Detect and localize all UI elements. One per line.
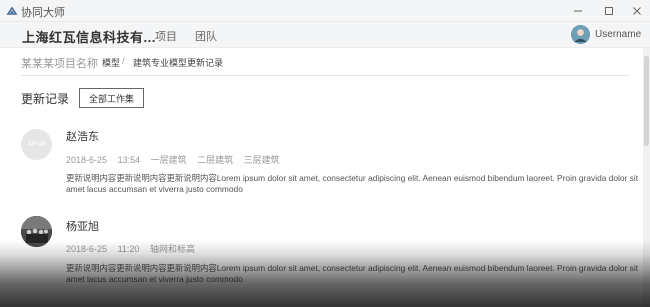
minimize-button[interactable] bbox=[563, 0, 593, 22]
record-tag[interactable]: 一层建筑 bbox=[151, 155, 187, 165]
filter-worksets-button[interactable]: 全部工作集 bbox=[79, 88, 144, 108]
record-date: 2018-6-25 bbox=[66, 244, 108, 254]
record-tag[interactable]: 轴网和标高 bbox=[150, 244, 195, 254]
record-date: 2018-6-25 bbox=[66, 155, 108, 165]
section-title: 更新记录 bbox=[21, 92, 70, 106]
user-avatar[interactable] bbox=[571, 25, 590, 44]
maximize-button[interactable] bbox=[594, 0, 624, 22]
breadcrumb-project[interactable]: 某某某项目名称 bbox=[21, 55, 98, 71]
record-author: 杨亚旭 bbox=[66, 221, 99, 233]
record-tag[interactable]: 三层建筑 bbox=[244, 155, 280, 165]
record-meta: 2018-6-25 11:20 轴网和标高 bbox=[66, 242, 203, 255]
app-header: 上海红瓦信息科技有... 项目 团队 Username bbox=[0, 22, 650, 48]
app-logo-icon bbox=[6, 6, 18, 15]
close-button[interactable] bbox=[622, 0, 650, 22]
record-description: 更新说明内容更新说明内容更新说明内容Lorem ipsum dolor sit … bbox=[66, 173, 639, 194]
close-icon bbox=[633, 7, 641, 15]
scrollbar-thumb[interactable] bbox=[644, 56, 649, 146]
avatar-placeholder: 48*48 bbox=[21, 129, 52, 160]
breadcrumb-separator: / bbox=[122, 56, 125, 66]
record-author: 赵浩东 bbox=[66, 131, 99, 143]
minimize-icon bbox=[574, 10, 582, 12]
avatar bbox=[21, 216, 52, 247]
window-titlebar: 协同大师 bbox=[0, 0, 650, 22]
group-photo-icon bbox=[21, 216, 52, 247]
breadcrumb-current: 建筑专业模型更新记录 bbox=[133, 58, 224, 68]
user-avatar-icon bbox=[571, 25, 590, 44]
nav-item-project[interactable]: 项目 bbox=[155, 28, 177, 44]
company-name[interactable]: 上海红瓦信息科技有... bbox=[22, 27, 156, 46]
username[interactable]: Username bbox=[595, 29, 641, 40]
divider bbox=[21, 75, 629, 76]
record-description: 更新说明内容更新说明内容更新说明内容Lorem ipsum dolor sit … bbox=[66, 263, 639, 284]
record-meta: 2018-6-25 13:54 一层建筑 二层建筑 三层建筑 bbox=[66, 153, 288, 166]
record-time: 13:54 bbox=[117, 155, 141, 165]
record-time: 11:20 bbox=[117, 244, 140, 254]
breadcrumb-model[interactable]: 模型 bbox=[102, 56, 120, 69]
nav-item-team[interactable]: 团队 bbox=[195, 28, 217, 44]
record-tag[interactable]: 二层建筑 bbox=[197, 155, 233, 165]
maximize-icon bbox=[605, 7, 613, 15]
app-name: 协同大师 bbox=[21, 7, 65, 19]
